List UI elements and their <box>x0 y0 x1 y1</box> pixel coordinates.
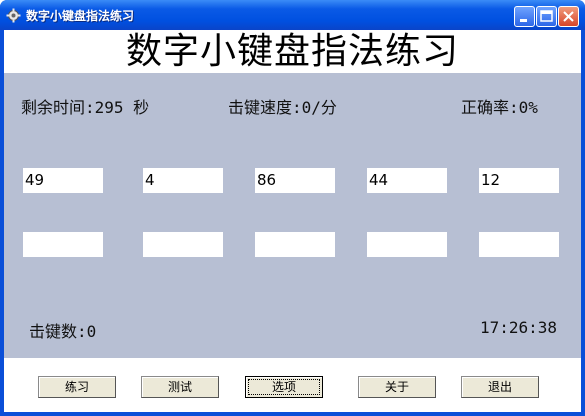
practice-button[interactable]: 练习 <box>38 376 116 398</box>
title-bar[interactable]: 数字小键盘指法练习 <box>0 0 585 30</box>
answer-input-3[interactable] <box>255 232 335 257</box>
page-title: 数字小键盘指法练习 <box>125 31 459 72</box>
prompt-field-4: 44 <box>367 168 447 193</box>
about-button[interactable]: 关于 <box>358 376 436 398</box>
maximize-icon <box>540 10 553 22</box>
close-icon <box>563 11 574 22</box>
key-speed-label: 击键速度:0/分 <box>228 98 337 117</box>
minimize-button[interactable] <box>514 6 535 27</box>
prompt-field-2: 4 <box>143 168 223 193</box>
test-button[interactable]: 测试 <box>141 376 219 398</box>
exit-button[interactable]: 退出 <box>461 376 539 398</box>
window-title: 数字小键盘指法练习 <box>26 9 135 23</box>
prompt-field-5: 12 <box>479 168 559 193</box>
maximize-button[interactable] <box>536 6 557 27</box>
prompt-field-1: 49 <box>23 168 103 193</box>
close-button[interactable] <box>558 6 579 27</box>
answer-input-5[interactable] <box>479 232 559 257</box>
minimize-icon <box>520 19 527 22</box>
application-window: 数字小键盘指法练习 数字小键盘指法练习 剩余时间:295 秒 击键速度:0/分 … <box>0 0 585 416</box>
accuracy-label: 正确率:0% <box>461 98 538 117</box>
remaining-time-label: 剩余时间:295 秒 <box>21 98 150 117</box>
client-area: 数字小键盘指法练习 剩余时间:295 秒 击键速度:0/分 正确率:0% 49 … <box>4 30 581 412</box>
answer-input-2[interactable] <box>143 232 223 257</box>
gear-icon <box>6 8 21 23</box>
answer-input-1[interactable] <box>23 232 103 257</box>
options-button[interactable]: 选项 <box>245 376 323 398</box>
answer-input-4[interactable] <box>367 232 447 257</box>
keystroke-count-label: 击键数:0 <box>29 322 97 341</box>
header-band: 数字小键盘指法练习 <box>4 30 581 73</box>
clock-display: 17:26:38 <box>480 318 558 337</box>
prompt-field-3: 86 <box>255 168 335 193</box>
